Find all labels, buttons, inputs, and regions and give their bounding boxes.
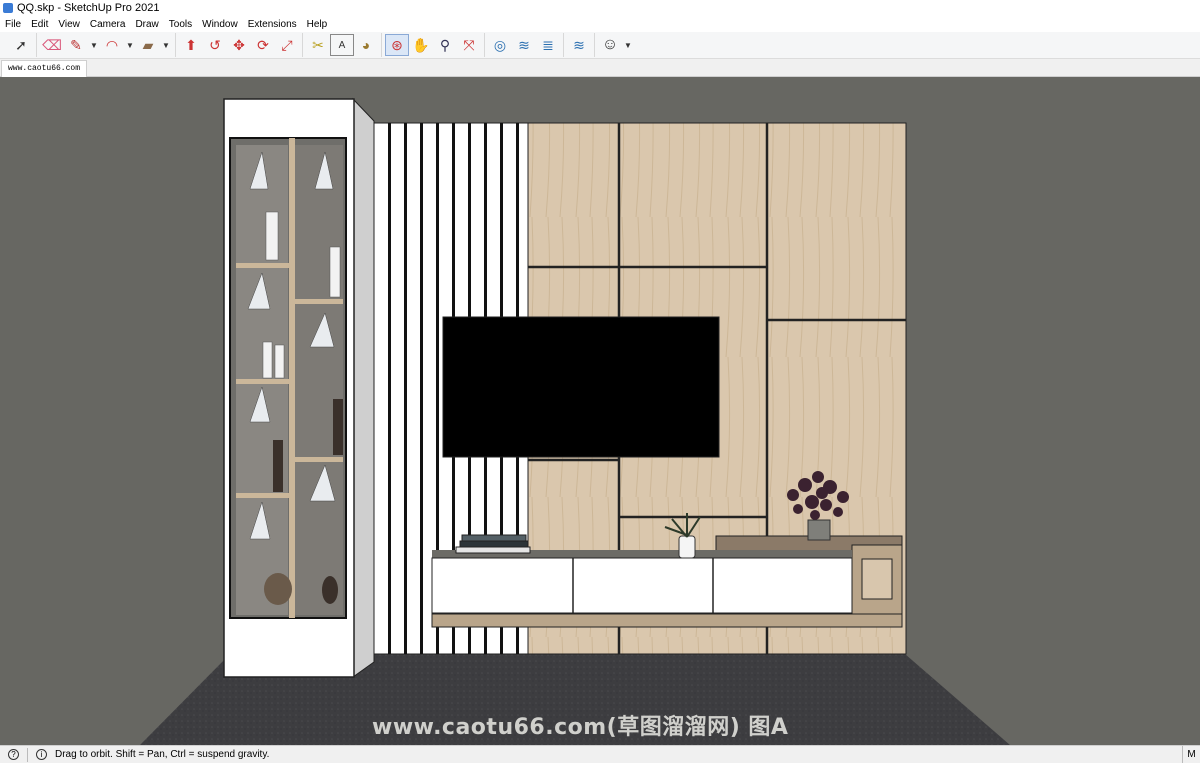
status-help-icon[interactable]: ? bbox=[8, 749, 19, 760]
menu-extensions[interactable]: Extensions bbox=[243, 19, 302, 30]
menu-tools[interactable]: Tools bbox=[164, 19, 197, 30]
menu-edit[interactable]: Edit bbox=[26, 19, 53, 30]
menu-view[interactable]: View bbox=[53, 19, 85, 30]
console-books bbox=[455, 534, 531, 554]
scene-tab[interactable]: www.caotu66.com bbox=[1, 60, 88, 77]
measurements-box[interactable]: M bbox=[1182, 746, 1200, 763]
line-dropdown-icon[interactable]: ▼ bbox=[88, 34, 100, 56]
status-info-icon[interactable]: i bbox=[36, 749, 47, 760]
menu-camera[interactable]: Camera bbox=[85, 19, 131, 30]
menu-file[interactable]: File bbox=[0, 19, 26, 30]
arc-tool-icon[interactable]: ◠ bbox=[100, 34, 124, 56]
main-toolbar: ➚ ⌫ ✎ ▼ ◠ ▼ ▰ ▼ ⬆ ↺ ✥ ⟳ ⤢ ✂ A ◕ ⊛ ✋ ⚲ ⤧ … bbox=[0, 32, 1200, 59]
text-tool-icon[interactable]: A bbox=[330, 34, 354, 56]
status-separator bbox=[27, 747, 28, 762]
model-viewport[interactable]: www.caotu66.com(草图溜溜网) 图A bbox=[0, 77, 1200, 745]
console-body bbox=[431, 557, 853, 614]
tv-screen bbox=[442, 316, 720, 458]
cabinet-divider bbox=[289, 138, 295, 618]
3d-warehouse-icon[interactable]: ◎ bbox=[488, 34, 512, 56]
rotate-tool-icon[interactable]: ⟳ bbox=[251, 34, 275, 56]
zoom-tool-icon[interactable]: ⚲ bbox=[433, 34, 457, 56]
extension-warehouse-icon[interactable]: ≋ bbox=[512, 34, 536, 56]
orbit-tool-icon[interactable]: ⊛ bbox=[385, 34, 409, 56]
cabinet-side bbox=[352, 97, 375, 678]
menu-help[interactable]: Help bbox=[302, 19, 333, 30]
menu-window[interactable]: Window bbox=[197, 19, 243, 30]
sketchup-app-icon bbox=[3, 3, 13, 13]
push-pull-tool-icon[interactable]: ⬆ bbox=[179, 34, 203, 56]
watermark-text: www.caotu66.com(草图溜溜网) 图A bbox=[372, 715, 789, 740]
scene-render bbox=[140, 97, 1010, 745]
console-base-shelf bbox=[431, 613, 903, 628]
zoom-extents-tool-icon[interactable]: ⤧ bbox=[457, 34, 481, 56]
account-dropdown-icon[interactable]: ▼ bbox=[622, 34, 634, 56]
follow-me-tool-icon[interactable]: ↺ bbox=[203, 34, 227, 56]
send-to-layout-icon[interactable]: ≣ bbox=[536, 34, 560, 56]
window-title: QQ.skp - SketchUp Pro 2021 bbox=[17, 2, 160, 14]
menu-bar: File Edit View Camera Draw Tools Window … bbox=[0, 16, 1200, 32]
scene-tab-row: www.caotu66.com bbox=[0, 59, 1200, 77]
account-icon[interactable]: ☺ bbox=[598, 34, 622, 56]
move-tool-icon[interactable]: ✥ bbox=[227, 34, 251, 56]
arc-dropdown-icon[interactable]: ▼ bbox=[124, 34, 136, 56]
tape-measure-tool-icon[interactable]: ✂ bbox=[306, 34, 330, 56]
status-message: Drag to orbit. Shift = Pan, Ctrl = suspe… bbox=[55, 749, 270, 760]
paint-bucket-tool-icon[interactable]: ◕ bbox=[354, 34, 378, 56]
line-tool-icon[interactable]: ✎ bbox=[64, 34, 88, 56]
select-tool-icon[interactable]: ➚ bbox=[9, 34, 33, 56]
status-bar: ? i Drag to orbit. Shift = Pan, Ctrl = s… bbox=[0, 745, 1200, 763]
scale-tool-icon[interactable]: ⤢ bbox=[275, 34, 299, 56]
eraser-tool-icon[interactable]: ⌫ bbox=[40, 34, 64, 56]
rectangle-dropdown-icon[interactable]: ▼ bbox=[160, 34, 172, 56]
menu-draw[interactable]: Draw bbox=[130, 19, 163, 30]
title-bar: QQ.skp - SketchUp Pro 2021 bbox=[0, 0, 1200, 16]
extension-manager-icon[interactable]: ≋ bbox=[567, 34, 591, 56]
pan-tool-icon[interactable]: ✋ bbox=[409, 34, 433, 56]
rectangle-tool-icon[interactable]: ▰ bbox=[136, 34, 160, 56]
